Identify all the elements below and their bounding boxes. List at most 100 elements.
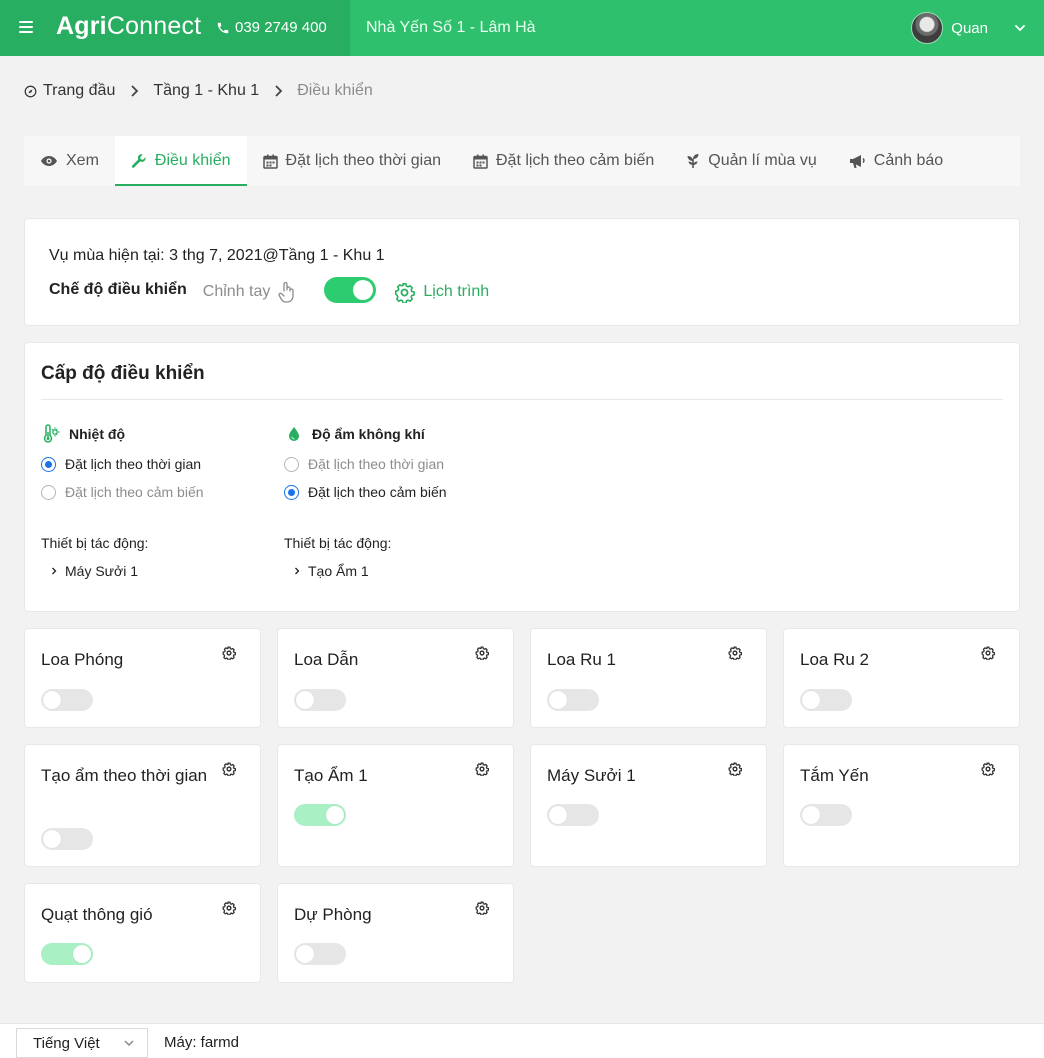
support-phone[interactable]: 039 2749 400 (216, 19, 327, 36)
farm-bar: Nhà Yến Số 1 - Lâm Hà Quan (350, 0, 1044, 56)
breadcrumb-level1[interactable]: Tầng 1 - Khu 1 (153, 82, 259, 100)
gear-icon[interactable] (222, 901, 236, 915)
control-level-title: Cấp độ điều khiển (41, 363, 205, 384)
device-card: Loa Ru 1 (530, 628, 767, 728)
wrench-icon (131, 154, 146, 168)
gear-icon[interactable] (222, 646, 236, 660)
schedule-mode-label: Lịch trình (394, 282, 489, 303)
device-toggle[interactable] (800, 689, 852, 711)
hamburger-menu-icon[interactable] (16, 18, 36, 38)
device-card: Tạo ẩm theo thời gian (24, 744, 261, 867)
device-toggle[interactable] (41, 943, 93, 965)
control-mode-label: Chế độ điều khiển (49, 281, 187, 298)
gear-icon[interactable] (728, 646, 742, 660)
device-card: Tắm Yến (783, 744, 1020, 867)
device-name: Tạo ẩm theo thời gian (41, 766, 208, 785)
device-toggle[interactable] (294, 943, 346, 965)
device-name: Tắm Yến (800, 766, 869, 785)
phone-number: 039 2749 400 (235, 19, 327, 36)
tab-bar: Xem Điều khiển Đặt lịch theo thời gian Đ… (24, 136, 1020, 186)
gear-icon[interactable] (475, 762, 489, 776)
machine-label: Máy: farmd (164, 1034, 240, 1051)
device-name: Loa Ru 1 (547, 650, 616, 669)
tab-view[interactable]: Xem (24, 136, 115, 186)
breadcrumb-current: Điều khiển (297, 82, 373, 99)
footer: Tiếng Việt Máy: farmd (0, 1023, 1044, 1058)
calendar-icon (262, 154, 278, 169)
radio-temp-sensor[interactable] (41, 484, 56, 500)
device-card: Loa Phóng (24, 628, 261, 728)
temperature-column: Nhiệt độ Đặt lịch theo thời gian Đặt lịc… (41, 423, 271, 579)
eye-icon (41, 156, 57, 166)
compass-icon (24, 85, 37, 97)
humidity-option-sensor[interactable]: Đặt lịch theo cảm biến (284, 483, 514, 501)
farm-name[interactable]: Nhà Yến Số 1 - Lâm Hà (366, 19, 536, 37)
device-name: Loa Dẫn (294, 650, 359, 669)
device-toggle[interactable] (547, 804, 599, 826)
manual-mode-label: Chỉnh tay (203, 281, 297, 303)
temp-option-sensor[interactable]: Đặt lịch theo cảm biến (41, 483, 271, 501)
chevron-right-icon (295, 567, 300, 575)
device-name: Dự Phòng (294, 905, 372, 924)
tab-time-schedule[interactable]: Đặt lịch theo thời gian (247, 136, 457, 186)
tab-sensor-schedule[interactable]: Đặt lịch theo cảm biến (457, 136, 670, 186)
device-name: Máy Sưởi 1 (547, 766, 636, 785)
chevron-right-icon (129, 85, 139, 97)
divider (41, 399, 1003, 400)
calendar-icon (473, 154, 488, 169)
hand-pointer-icon (278, 281, 295, 303)
user-menu[interactable]: Quan (911, 12, 1026, 44)
impact-device-label: Thiết bị tác động: (284, 535, 392, 551)
radio-humidity-time[interactable] (284, 456, 299, 472)
user-name: Quan (951, 19, 988, 37)
device-toggle[interactable] (547, 689, 599, 711)
gear-icon[interactable] (475, 901, 489, 915)
gear-icon[interactable] (222, 762, 236, 776)
device-card: Tạo Ẩm 1 (277, 744, 514, 867)
gear-icon[interactable] (475, 646, 489, 660)
chevron-down-icon (124, 1040, 134, 1047)
app-logo[interactable]: AgriConnect (56, 12, 201, 41)
gear-icon (395, 282, 416, 303)
impact-device-item: Tạo Ẩm 1 (284, 563, 514, 579)
device-card: Máy Sưởi 1 (530, 744, 767, 867)
device-name: Loa Phóng (41, 650, 124, 669)
device-toggle[interactable] (294, 804, 346, 826)
megaphone-icon (849, 154, 865, 168)
humidity-option-time[interactable]: Đặt lịch theo thời gian (284, 455, 514, 473)
device-card: Loa Dẫn (277, 628, 514, 728)
tab-alerts[interactable]: Cảnh báo (833, 136, 959, 186)
gear-icon[interactable] (981, 646, 995, 660)
water-drop-icon (289, 427, 299, 441)
humidity-column: Độ ẩm không khí Đặt lịch theo thời gian … (284, 423, 514, 579)
temp-option-time[interactable]: Đặt lịch theo thời gian (41, 455, 271, 473)
control-mode-switch[interactable] (324, 277, 377, 303)
gear-icon[interactable] (728, 762, 742, 776)
device-toggle[interactable] (41, 689, 93, 711)
tab-season-management[interactable]: Quản lí mùa vụ (670, 136, 833, 186)
radio-humidity-sensor[interactable] (284, 484, 299, 500)
avatar (911, 12, 944, 44)
season-card: Vụ mùa hiện tại: 3 thg 7, 2021@Tầng 1 - … (24, 218, 1020, 326)
sprout-icon (687, 154, 699, 168)
device-toggle[interactable] (294, 689, 346, 711)
phone-icon (217, 22, 229, 33)
gear-icon[interactable] (981, 762, 995, 776)
device-name: Tạo Ẩm 1 (294, 766, 368, 785)
tab-control[interactable]: Điều khiển (114, 136, 247, 186)
current-season: Vụ mùa hiện tại: 3 thg 7, 2021@Tầng 1 - … (49, 247, 385, 264)
breadcrumb-home[interactable]: Trang đầu (24, 82, 115, 100)
device-toggle[interactable] (800, 804, 852, 826)
language-select[interactable]: Tiếng Việt (16, 1028, 148, 1058)
humidity-label: Độ ẩm không khí (312, 426, 425, 442)
impact-device-item: Máy Sưởi 1 (41, 563, 271, 579)
impact-device-label: Thiết bị tác động: (41, 535, 149, 551)
device-card: Quạt thông gió (24, 883, 261, 983)
control-mode-row: Chế độ điều khiển Chỉnh tay Lịch trình (49, 277, 489, 303)
device-toggle[interactable] (41, 828, 93, 850)
control-level-card: Cấp độ điều khiển Nhiệt độ Đặt lịch theo… (24, 342, 1020, 612)
chevron-right-icon (52, 567, 57, 575)
radio-temp-time[interactable] (41, 456, 56, 472)
device-card: Dự Phòng (277, 883, 514, 983)
thermometer-icon (43, 424, 60, 443)
